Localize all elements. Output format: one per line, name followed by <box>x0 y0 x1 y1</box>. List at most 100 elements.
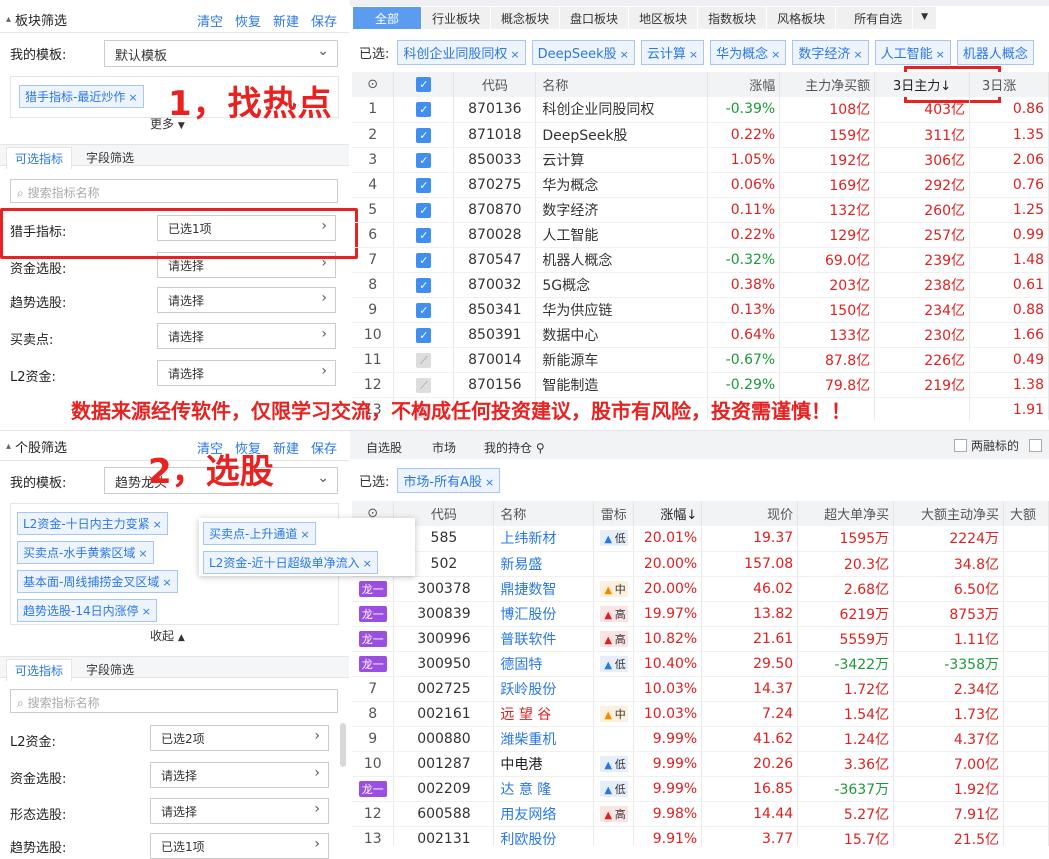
checkbox-extra[interactable] <box>1029 439 1043 452</box>
collapse-toggle[interactable]: 收起 ▲ <box>150 627 185 644</box>
tab-optional-indicators[interactable]: 可选指标 <box>6 147 73 169</box>
indicator-search-input[interactable]: ⌕ 搜索指标名称 <box>10 179 338 203</box>
risk-badge[interactable]: ▲ 高 <box>599 630 628 647</box>
tab-board[interactable]: 盘口板块 <box>560 7 630 29</box>
col-huge-net[interactable]: 超大单净买 <box>797 501 895 526</box>
checkbox-checked-icon[interactable]: ✓ <box>416 327 432 343</box>
table-row[interactable]: 11 ⟋ 870014 新能源车 -0.67% 87.8亿 226亿 0.49 <box>352 347 1049 373</box>
close-icon[interactable]: × <box>153 518 162 531</box>
risk-badge[interactable]: ▲ 低 <box>599 655 628 672</box>
check-col[interactable]: ✓ <box>393 72 455 97</box>
checkbox-checked-icon[interactable]: ✓ <box>416 177 432 193</box>
table-row[interactable]: 7 002725 跃岭股份 10.03% 14.37 1.72亿 2.34亿 <box>352 676 1049 702</box>
scrollbar[interactable] <box>340 723 346 767</box>
chip-cloud[interactable]: 云计算 × <box>640 39 705 65</box>
table-row[interactable]: 龙一 300950 德固特 ▲ 低 10.40% 29.50 -3422万 -3358万 <box>352 651 1049 677</box>
cell-name[interactable]: DeepSeek股 <box>535 122 709 148</box>
table-row[interactable]: 5 ✓ 870870 数字经济 0.11% 132亿 260亿 1.25 <box>352 197 1049 223</box>
chip-robot[interactable]: 机器人概念 <box>956 39 1034 65</box>
cell-name[interactable]: 云计算 <box>535 147 709 173</box>
close-icon[interactable]: × <box>510 48 519 61</box>
cell-name[interactable]: 中电港 <box>493 751 595 777</box>
tab-market[interactable]: 市场 <box>424 437 465 458</box>
fund-select[interactable]: 请选择 › <box>150 762 329 788</box>
shape-select[interactable]: 请选择 › <box>150 798 329 824</box>
tab-all-watchlist[interactable]: 所有自选 <box>836 7 914 29</box>
checkbox-checked-icon[interactable]: ✓ <box>416 227 432 243</box>
table-row[interactable]: 龙一 300378 鼎捷数智 ▲ 中 20.00% 46.02 2.68亿 6.50亿 <box>352 576 1049 602</box>
cell-name[interactable]: 博汇股份 <box>493 601 595 627</box>
table-row[interactable]: 龙一 300839 博汇股份 ▲ 高 19.97% 13.82 6219万 8753万 <box>352 601 1049 627</box>
template-select[interactable]: 默认模板 ⌄ <box>104 40 338 67</box>
table-row[interactable]: 龙一 300996 普联软件 ▲ 高 10.82% 21.61 5559万 1.11亿 <box>352 626 1049 652</box>
cell-name[interactable]: 科创企业同股同权 <box>535 97 709 123</box>
l2-select[interactable]: 请选择 › <box>157 360 336 386</box>
chip-ai[interactable]: 人工智能 × <box>874 39 951 65</box>
checkbox-checked-icon[interactable]: ✓ <box>416 202 432 218</box>
col-change[interactable]: 涨幅 <box>707 72 781 97</box>
row-checkbox[interactable]: ✓ <box>393 147 455 173</box>
checkbox-checked-icon[interactable]: ✓ <box>416 152 432 168</box>
cell-name[interactable]: 利欧股份 <box>493 826 595 846</box>
risk-badge[interactable]: ▲ 低 <box>599 755 628 772</box>
col-name[interactable]: 名称 <box>535 72 709 97</box>
margin-option[interactable]: 两融标的 <box>954 437 1043 454</box>
close-icon[interactable]: × <box>142 605 151 618</box>
row-checkbox[interactable]: ⟋ <box>393 347 455 373</box>
cell-name[interactable]: 远 望 谷 <box>493 701 595 727</box>
trend-select[interactable]: 已选1项 › <box>150 833 329 859</box>
risk-badge[interactable]: ▲ 高 <box>599 805 628 822</box>
tab-concept[interactable]: 概念板块 <box>491 7 561 29</box>
stock-tag-3[interactable]: 基本面-周线捕捞金叉区域 × <box>17 570 178 593</box>
chip-digital[interactable]: 数字经济 × <box>792 39 869 65</box>
popup-tag-2[interactable]: L2资金-近十日超级单净流入 × <box>203 551 378 574</box>
tab-industry[interactable]: 行业板块 <box>422 7 492 29</box>
table-row[interactable]: 9 ✓ 850341 华为供应链 0.13% 150亿 234亿 0.88 <box>352 297 1049 323</box>
trend-select[interactable]: 请选择 › <box>157 287 336 313</box>
checkbox-margin[interactable] <box>954 439 967 452</box>
risk-badge[interactable]: ▲ 中 <box>599 580 628 597</box>
close-icon[interactable]: × <box>162 576 171 589</box>
cell-name[interactable]: 新能源车 <box>535 347 709 373</box>
table-row[interactable]: 6 ✓ 870028 人工智能 0.22% 129亿 257亿 0.99 <box>352 222 1049 248</box>
row-checkbox[interactable]: ⟋ <box>393 372 455 398</box>
close-icon[interactable]: × <box>771 48 780 61</box>
table-row[interactable]: 1 ✓ 870136 科创企业同股同权 -0.39% 108亿 403亿 0.86 <box>352 97 1049 123</box>
close-icon[interactable]: × <box>300 528 309 541</box>
col-net-buy[interactable]: 主力净买额 <box>779 72 876 97</box>
checkbox-disabled-icon[interactable]: ⟋ <box>416 352 432 368</box>
tab-style[interactable]: 风格板块 <box>767 7 837 29</box>
restore-link[interactable]: 恢复 <box>235 11 261 30</box>
tab-region[interactable]: 地区板块 <box>629 7 699 29</box>
table-row[interactable]: 10 ✓ 850391 数据中心 0.64% 133亿 230亿 1.66 <box>352 322 1049 348</box>
row-checkbox[interactable]: ✓ <box>393 122 455 148</box>
close-icon[interactable]: × <box>363 557 372 570</box>
cell-name[interactable]: 华为概念 <box>535 172 709 198</box>
close-icon[interactable]: × <box>620 48 629 61</box>
table-row[interactable]: 4 ✓ 870275 华为概念 0.06% 169亿 292亿 0.76 <box>352 172 1049 198</box>
table-row[interactable]: 585 上纬新材 ▲ 低 20.01% 19.37 1595万 2224万 <box>352 526 1049 552</box>
risk-badge[interactable]: ▲ 低 <box>599 780 628 797</box>
close-icon[interactable]: × <box>936 48 945 61</box>
row-checkbox[interactable]: ✓ <box>393 197 455 223</box>
col-large[interactable]: 大额 <box>1003 501 1049 526</box>
tab-index[interactable]: 指数板块 <box>698 7 768 29</box>
chip-deepseek[interactable]: DeepSeek股 × <box>531 39 635 65</box>
close-icon[interactable]: × <box>853 48 862 61</box>
table-row[interactable]: 13 002131 利欧股份 9.91% 3.77 15.7亿 21.5亿 <box>352 826 1049 846</box>
table-row[interactable]: 8 002161 远 望 谷 ▲ 中 10.03% 7.24 1.54亿 1.73亿 <box>352 701 1049 727</box>
close-icon[interactable]: × <box>138 547 147 560</box>
checkbox-checked-icon[interactable]: ✓ <box>416 102 432 118</box>
checkbox-checked-icon[interactable]: ✓ <box>416 252 432 268</box>
risk-badge[interactable]: ▲ 低 <box>599 530 628 547</box>
save-link[interactable]: 保存 <box>311 11 337 30</box>
table-row[interactable]: 9 000880 潍柴重机 9.99% 41.62 1.24亿 4.37亿 <box>352 726 1049 752</box>
checkbox-checked-icon[interactable]: ✓ <box>416 127 432 143</box>
col-code[interactable]: 代码 <box>453 72 537 97</box>
cell-name[interactable]: 数字经济 <box>535 197 709 223</box>
clear-link[interactable]: 清空 <box>197 11 223 30</box>
indicator-tag[interactable]: 猎手指标-最近炒作 × <box>19 85 144 108</box>
chip-huawei[interactable]: 华为概念 × <box>710 39 787 65</box>
cell-name[interactable]: 潍柴重机 <box>493 726 595 752</box>
tab-optional-indicators[interactable]: 可选指标 <box>6 659 73 681</box>
